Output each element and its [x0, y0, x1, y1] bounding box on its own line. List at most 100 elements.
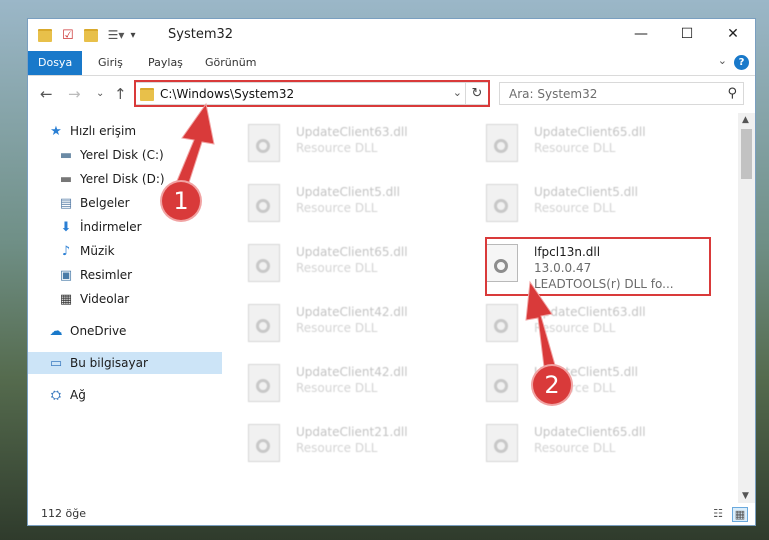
- new-folder-icon[interactable]: [83, 28, 98, 42]
- file-description: Resource DLL: [534, 441, 616, 455]
- sidebar-item-documents[interactable]: ▤ Belgeler 📌: [28, 192, 252, 214]
- item-count: 112 öğe: [41, 507, 86, 520]
- scroll-up-icon[interactable]: ▲: [742, 115, 749, 125]
- file-tile[interactable]: UpdateClient65.dll Resource DLL: [486, 421, 716, 477]
- file-description: Resource DLL: [534, 141, 616, 155]
- cloud-icon: ☁: [49, 323, 63, 339]
- recent-locations-icon[interactable]: ⌄: [96, 88, 104, 99]
- dll-file-icon: [486, 424, 518, 462]
- sidebar-item-this-pc[interactable]: ▭ Bu bilgisayar: [28, 352, 222, 374]
- folder-icon[interactable]: [38, 28, 52, 42]
- tab-share[interactable]: Paylaş: [138, 51, 193, 75]
- dll-file-icon: [486, 184, 518, 222]
- sidebar-item-label: Hızlı erişim: [70, 124, 137, 138]
- computer-icon: ▭: [49, 355, 63, 371]
- file-description: Resource DLL: [534, 321, 616, 335]
- step-2-badge: 2: [533, 366, 571, 404]
- file-description: Resource DLL: [296, 201, 378, 215]
- dll-file-icon: [248, 184, 280, 222]
- network-icon: ⛭: [50, 387, 62, 403]
- tab-file[interactable]: Dosya: [28, 51, 83, 75]
- file-name: UpdateClient65.dll: [534, 425, 646, 439]
- dll-file-icon: [486, 124, 518, 162]
- sidebar-item-quick-access[interactable]: ★ Hızlı erişim: [28, 120, 242, 142]
- dll-file-icon: [248, 304, 280, 342]
- file-tile[interactable]: UpdateClient5.dll Resource DLL: [486, 181, 716, 237]
- sidebar-item-downloads[interactable]: ⬇ İndirmeler 📌: [28, 216, 252, 238]
- sidebar-item-videos[interactable]: ▦ Videolar 📌: [28, 288, 252, 310]
- vertical-scrollbar[interactable]: ▲ ▼: [738, 113, 755, 503]
- dll-file-icon: [486, 304, 518, 342]
- properties-icon[interactable]: ☑: [62, 28, 74, 43]
- title-bar: ☑ ☰▾ ▾ System32 — ☐ ✕: [28, 19, 755, 51]
- up-arrow-icon[interactable]: ↑: [114, 85, 127, 103]
- file-list: UpdateClient63.dll Resource DLL UpdateCl…: [224, 113, 738, 503]
- help-icon[interactable]: ?: [734, 55, 749, 70]
- sidebar-item-label: Yerel Disk (D:): [80, 172, 165, 186]
- downloads-icon: ⬇: [60, 219, 72, 235]
- star-icon: ★: [50, 123, 62, 139]
- sidebar-item-pictures[interactable]: ▣ Resimler 📌: [28, 264, 252, 286]
- sidebar-item-onedrive[interactable]: ☁ OneDrive: [28, 320, 242, 342]
- scroll-thumb[interactable]: [741, 129, 752, 179]
- close-button[interactable]: ✕: [710, 19, 755, 49]
- file-tile[interactable]: UpdateClient42.dll Resource DLL: [248, 361, 478, 417]
- file-tile[interactable]: UpdateClient65.dll Resource DLL: [248, 241, 478, 297]
- file-tile[interactable]: UpdateClient65.dll Resource DLL: [486, 121, 716, 177]
- file-name: UpdateClient42.dll: [296, 305, 408, 319]
- dll-file-icon: [248, 424, 280, 462]
- sidebar-item-network[interactable]: ⛭ Ağ: [28, 384, 242, 406]
- quick-access-toolbar: ☑ ☰▾ ▾: [38, 26, 135, 44]
- file-tile[interactable]: UpdateClient42.dll Resource DLL: [248, 301, 478, 357]
- dll-file-icon: [486, 364, 518, 402]
- navigation-pane: ★ Hızlı erişim ▬ Yerel Disk (C:) 📌 ▬ Yer…: [28, 113, 248, 503]
- customize-toolbar-icon[interactable]: ▾: [130, 30, 135, 41]
- tiles-view-icon[interactable]: ▦: [732, 507, 748, 522]
- sidebar-item-label: Belgeler: [80, 196, 130, 210]
- sidebar-item-label: OneDrive: [70, 324, 127, 338]
- file-description: Resource DLL: [296, 321, 378, 335]
- view-menu-icon[interactable]: ☰▾: [108, 28, 125, 42]
- search-input[interactable]: Ara: System32 ⚲: [499, 82, 744, 105]
- file-tile[interactable]: UpdateClient63.dll Resource DLL: [486, 301, 716, 357]
- expand-ribbon-icon[interactable]: ⌄: [718, 54, 727, 67]
- maximize-button[interactable]: ☐: [664, 19, 710, 49]
- sidebar-item-label: Bu bilgisayar: [70, 356, 148, 370]
- music-icon: ♪: [61, 243, 71, 259]
- details-view-icon[interactable]: ☷: [711, 507, 725, 520]
- forward-arrow-icon[interactable]: →: [68, 85, 81, 103]
- sidebar-item-local-disk-c[interactable]: ▬ Yerel Disk (C:) 📌: [28, 144, 252, 166]
- file-description: Resource DLL: [296, 261, 378, 275]
- file-description: Resource DLL: [296, 381, 378, 395]
- file-name: UpdateClient65.dll: [534, 125, 646, 139]
- drive-icon: ▬: [59, 147, 73, 163]
- pictures-icon: ▣: [59, 267, 73, 283]
- file-name: UpdateClient21.dll: [296, 425, 408, 439]
- search-icon[interactable]: ⚲: [727, 86, 737, 101]
- file-tile[interactable]: UpdateClient5.dll Resource DLL: [248, 181, 478, 237]
- file-tile[interactable]: UpdateClient5.dll Resource DLL: [486, 361, 716, 417]
- file-name: UpdateClient65.dll: [296, 245, 408, 259]
- scroll-down-icon[interactable]: ▼: [742, 491, 749, 501]
- drive-icon: ▬: [59, 171, 73, 187]
- sidebar-item-label: Ağ: [70, 388, 86, 402]
- dll-file-icon: [248, 244, 280, 282]
- sidebar-item-local-disk-d[interactable]: ▬ Yerel Disk (D:) 📌: [28, 168, 252, 190]
- back-arrow-icon[interactable]: ←: [40, 85, 53, 103]
- documents-icon: ▤: [59, 195, 73, 211]
- address-highlight-box: [134, 80, 490, 107]
- file-name: UpdateClient63.dll: [534, 305, 646, 319]
- file-description: Resource DLL: [296, 141, 378, 155]
- step-1-badge: 1: [162, 182, 200, 220]
- file-name: UpdateClient5.dll: [534, 185, 638, 199]
- file-tile[interactable]: UpdateClient21.dll Resource DLL: [248, 421, 478, 477]
- sidebar-item-music[interactable]: ♪ Müzik 📌: [28, 240, 252, 262]
- tab-home[interactable]: Giriş: [88, 51, 133, 75]
- file-tile[interactable]: UpdateClient63.dll Resource DLL: [248, 121, 478, 177]
- status-bar: 112 öğe ☷ ▦: [28, 503, 755, 525]
- dll-file-icon: [248, 124, 280, 162]
- minimize-button[interactable]: —: [618, 19, 664, 49]
- file-name: UpdateClient42.dll: [296, 365, 408, 379]
- file-highlight-box: [485, 237, 711, 296]
- tab-view[interactable]: Görünüm: [195, 51, 266, 75]
